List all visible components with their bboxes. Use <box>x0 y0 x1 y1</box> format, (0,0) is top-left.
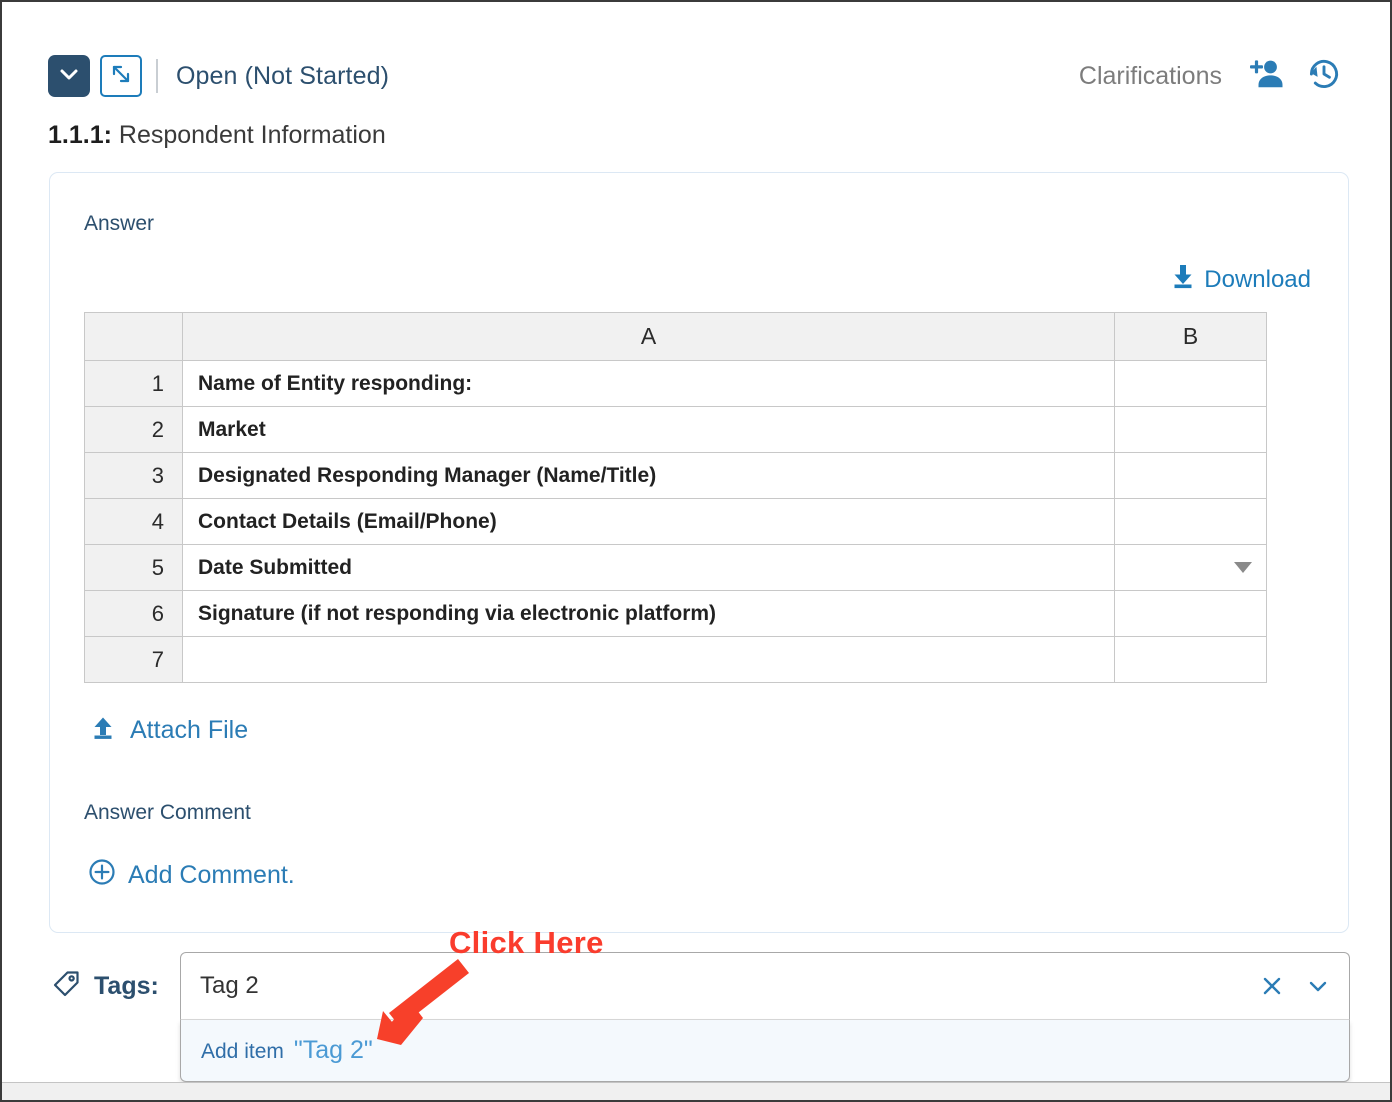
add-item-value: "Tag 2" <box>294 1036 373 1065</box>
footer-strip <box>2 1082 1390 1100</box>
answer-comment-label: Answer Comment <box>84 801 251 825</box>
row-number[interactable]: 2 <box>85 407 183 453</box>
close-icon[interactable] <box>1259 973 1285 1004</box>
clarifications-label[interactable]: Clarifications <box>1079 62 1222 91</box>
question-header: Open (Not Started) Clarifications <box>2 2 1390 110</box>
sheet-body: 1 Name of Entity responding: 2 Market 3 … <box>85 361 1267 683</box>
row-number[interactable]: 5 <box>85 545 183 591</box>
row-number[interactable]: 1 <box>85 361 183 407</box>
header-right-group: Clarifications <box>1079 56 1342 97</box>
row-number[interactable]: 7 <box>85 637 183 683</box>
row-number[interactable]: 6 <box>85 591 183 637</box>
cell-b[interactable] <box>1115 591 1267 637</box>
tags-input[interactable]: Tag 2 <box>180 952 1350 1020</box>
cell-b-date-dropdown[interactable] <box>1115 545 1267 591</box>
add-person-button[interactable] <box>1248 58 1284 96</box>
download-button[interactable]: Download <box>1170 263 1311 296</box>
person-add-icon <box>1248 58 1284 96</box>
cell-a[interactable]: Designated Responding Manager (Name/Titl… <box>183 453 1115 499</box>
tags-label-group: Tags: <box>50 968 159 1005</box>
attach-file-button[interactable]: Attach File <box>90 714 248 747</box>
cell-a[interactable]: Market <box>183 407 1115 453</box>
expand-button[interactable] <box>100 55 142 97</box>
download-label: Download <box>1204 266 1311 294</box>
cell-b[interactable] <box>1115 637 1267 683</box>
answer-card: Answer Download A B <box>49 172 1349 933</box>
upload-icon <box>90 714 116 747</box>
cell-b[interactable] <box>1115 453 1267 499</box>
row-number[interactable]: 4 <box>85 499 183 545</box>
status-label: Open (Not Started) <box>176 62 389 91</box>
cell-dropdown-icon[interactable] <box>1234 562 1252 573</box>
table-row: 1 Name of Entity responding: <box>85 361 1267 407</box>
attach-file-label: Attach File <box>130 716 248 745</box>
tags-input-actions <box>1259 973 1331 1004</box>
collapse-button[interactable] <box>48 55 90 97</box>
tags-dropdown-item[interactable]: Add item "Tag 2" <box>201 1036 373 1065</box>
expand-diagonal-icon <box>109 62 133 91</box>
question-title-text: Respondent Information <box>119 121 386 149</box>
sheet-column-header-b[interactable]: B <box>1115 313 1267 361</box>
cell-a[interactable]: Signature (if not responding via electro… <box>183 591 1115 637</box>
table-row: 4 Contact Details (Email/Phone) <box>85 499 1267 545</box>
cell-a[interactable]: Date Submitted <box>183 545 1115 591</box>
sheet-corner-header <box>85 313 183 361</box>
download-icon <box>1170 263 1196 296</box>
answer-spreadsheet[interactable]: A B 1 Name of Entity responding: 2 Marke… <box>84 312 1267 683</box>
table-row: 3 Designated Responding Manager (Name/Ti… <box>85 453 1267 499</box>
cell-a[interactable]: Contact Details (Email/Phone) <box>183 499 1115 545</box>
tag-icon <box>50 968 82 1005</box>
header-left-group: Open (Not Started) <box>48 55 389 97</box>
add-comment-button[interactable]: Add Comment. <box>88 858 295 893</box>
table-row: 2 Market <box>85 407 1267 453</box>
cell-a[interactable] <box>183 637 1115 683</box>
plus-circle-icon <box>88 858 116 893</box>
sheet-column-header-a[interactable]: A <box>183 313 1115 361</box>
header-divider <box>156 59 158 93</box>
question-number: 1.1.1: <box>48 121 112 149</box>
cell-b[interactable] <box>1115 499 1267 545</box>
page-title: 1.1.1: Respondent Information <box>48 121 386 150</box>
table-row: 7 <box>85 637 1267 683</box>
table-row: 5 Date Submitted <box>85 545 1267 591</box>
tags-dropdown-panel: Add item "Tag 2" <box>180 1020 1350 1082</box>
tags-label-text: Tags: <box>94 972 159 1001</box>
add-comment-label: Add Comment. <box>128 861 295 890</box>
history-button[interactable] <box>1306 56 1342 97</box>
cell-a[interactable]: Name of Entity responding: <box>183 361 1115 407</box>
chevron-down-icon[interactable] <box>1305 973 1331 1004</box>
cell-b[interactable] <box>1115 407 1267 453</box>
table-row: 6 Signature (if not responding via elect… <box>85 591 1267 637</box>
add-item-label: Add item <box>201 1040 284 1064</box>
tags-input-value[interactable]: Tag 2 <box>200 972 259 1000</box>
question-detail-screen: Open (Not Started) Clarifications <box>0 0 1392 1102</box>
answer-label: Answer <box>84 212 154 236</box>
cell-b[interactable] <box>1115 361 1267 407</box>
chevron-down-icon <box>57 62 81 91</box>
history-clock-icon <box>1306 56 1342 97</box>
sheet-header-row: A B <box>85 313 1267 361</box>
row-number[interactable]: 3 <box>85 453 183 499</box>
